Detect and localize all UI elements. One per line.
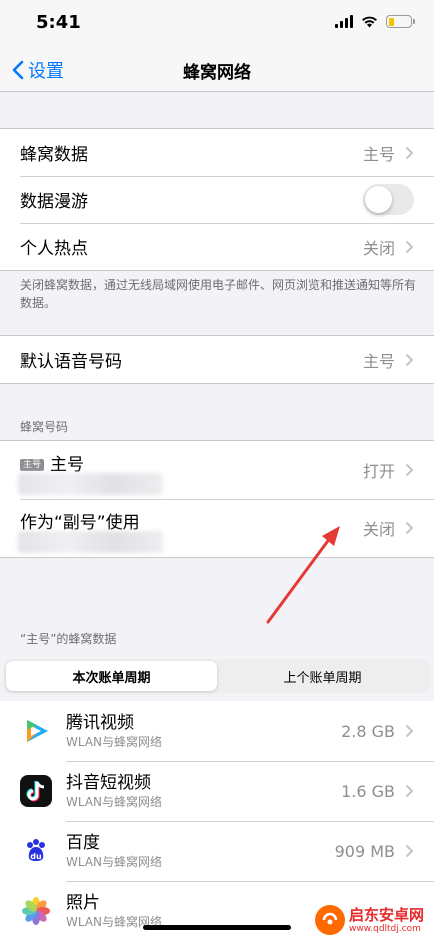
chevron-right-icon xyxy=(405,844,414,858)
home-indicator xyxy=(143,925,291,930)
svg-text:du: du xyxy=(30,852,42,861)
watermark-title: 启东安卓网 xyxy=(348,905,424,924)
sim-section-header: 蜂窝号码 xyxy=(20,420,69,434)
cellular-data-value: 主号 xyxy=(362,144,395,164)
chevron-right-icon xyxy=(405,784,414,798)
sim-group: 主号 主号 打开 作为“副号”使用 关闭 xyxy=(0,440,434,558)
chevron-right-icon xyxy=(405,463,414,477)
baidu-icon: du xyxy=(20,835,52,867)
data-roaming-toggle[interactable] xyxy=(363,184,414,215)
chevron-right-icon xyxy=(405,240,414,253)
app-name: 腾讯视频 xyxy=(66,713,134,733)
blurred-phone-number xyxy=(18,531,163,553)
default-voice-row[interactable]: 默认语音号码 主号 xyxy=(0,336,434,383)
primary-sim-label-wrap: 主号 主号 xyxy=(20,450,363,475)
status-time: 5:41 xyxy=(36,12,81,33)
app-data-size: 2.8 GB xyxy=(341,721,395,741)
status-bar: 5:41 xyxy=(0,0,434,48)
battery-icon xyxy=(386,15,415,28)
personal-hotspot-row[interactable]: 个人热点 关闭 xyxy=(0,223,434,270)
secondary-sim-row[interactable]: 作为“副号”使用 关闭 xyxy=(0,499,434,557)
usage-section-header: “主号”的蜂窝数据 xyxy=(20,632,117,646)
app-name: 抖音短视频 xyxy=(66,773,151,793)
data-roaming-row: 数据漫游 xyxy=(0,176,434,223)
app-data-size: 1.6 GB xyxy=(341,781,395,801)
primary-sim-label: 主号 xyxy=(50,454,85,475)
chevron-right-icon xyxy=(405,521,414,535)
watermark: 启东安卓网 www.qdltdj.com xyxy=(310,903,428,937)
douyin-icon xyxy=(20,775,52,807)
app-network: WLAN与蜂窝网络 xyxy=(66,855,163,869)
app-network: WLAN与蜂窝网络 xyxy=(66,795,163,809)
tab-current-period[interactable]: 本次账单周期 xyxy=(6,661,217,691)
app-text: 腾讯视频 WLAN与蜂窝网络 xyxy=(66,712,341,750)
default-voice-value: 主号 xyxy=(362,351,395,371)
app-network: WLAN与蜂窝网络 xyxy=(66,735,163,749)
blurred-phone-number xyxy=(18,473,163,495)
primary-sim-row[interactable]: 主号 主号 打开 xyxy=(0,441,434,499)
app-text: 百度 WLAN与蜂窝网络 xyxy=(66,832,335,870)
secondary-sim-value: 关闭 xyxy=(362,520,395,539)
chevron-right-icon xyxy=(405,146,414,159)
app-text: 抖音短视频 WLAN与蜂窝网络 xyxy=(66,772,341,810)
list-item[interactable]: 抖音短视频 WLAN与蜂窝网络 1.6 GB xyxy=(0,761,434,821)
wifi-icon xyxy=(361,15,378,28)
watermark-url: www.qdltdj.com xyxy=(348,923,421,934)
list-item[interactable]: du 百度 WLAN与蜂窝网络 909 MB xyxy=(0,821,434,881)
watermark-text: 启东安卓网 www.qdltdj.com xyxy=(349,906,424,935)
cellular-settings-group: 蜂窝数据 主号 数据漫游 个人热点 关闭 xyxy=(0,128,434,271)
sim-badge: 主号 xyxy=(20,458,45,471)
status-icons xyxy=(335,15,415,28)
navigation-bar: 设置 蜂窝网络 xyxy=(0,48,434,92)
billing-period-segmented-control: 本次账单周期 上个账单周期 xyxy=(4,659,430,693)
cellular-data-row[interactable]: 蜂窝数据 主号 xyxy=(0,129,434,176)
data-roaming-label: 数据漫游 xyxy=(20,192,88,212)
primary-sim-value: 打开 xyxy=(362,462,395,481)
cellular-footer-note: 关闭蜂窝数据，通过无线局域网使用电子邮件、网页浏览和推送通知等所有数据。 xyxy=(20,278,417,310)
default-voice-label: 默认语音号码 xyxy=(20,352,122,372)
cellular-signal-icon xyxy=(335,15,353,28)
app-name: 百度 xyxy=(66,833,100,853)
chevron-right-icon xyxy=(405,724,414,738)
photos-icon xyxy=(20,895,52,927)
chevron-right-icon xyxy=(405,353,414,366)
tencent-video-icon xyxy=(20,715,52,747)
cellular-data-label: 蜂窝数据 xyxy=(20,145,88,165)
watermark-logo-icon xyxy=(314,905,345,935)
page-title: 蜂窝网络 xyxy=(183,63,251,83)
personal-hotspot-value: 关闭 xyxy=(362,238,395,258)
tab-previous-period[interactable]: 上个账单周期 xyxy=(217,661,428,691)
voice-settings-group: 默认语音号码 主号 xyxy=(0,335,434,384)
list-item[interactable]: 腾讯视频 WLAN与蜂窝网络 2.8 GB xyxy=(0,701,434,761)
personal-hotspot-label: 个人热点 xyxy=(20,239,88,259)
app-data-size: 909 MB xyxy=(334,841,395,861)
secondary-sim-label: 作为“副号”使用 xyxy=(20,512,140,533)
